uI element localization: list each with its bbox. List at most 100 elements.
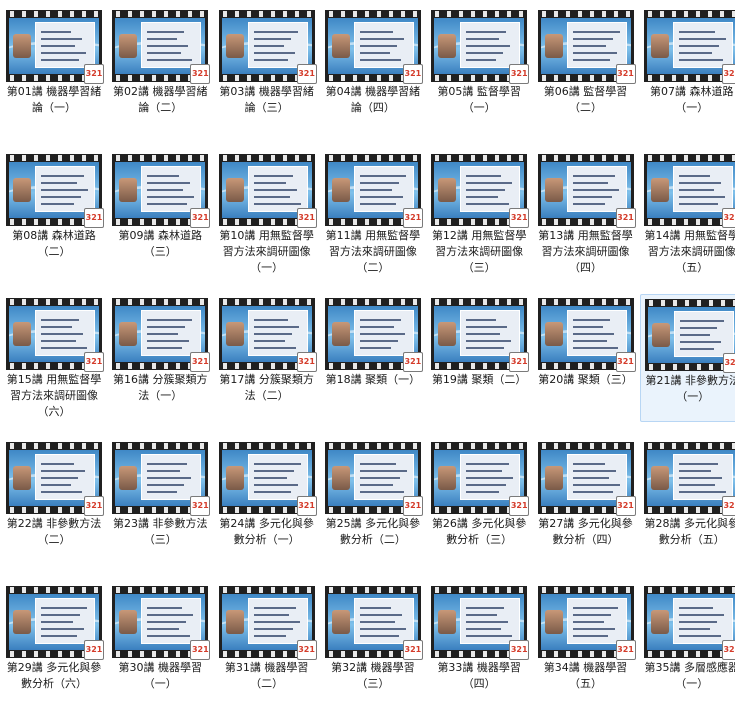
- slide-text-line: [147, 607, 183, 609]
- slide-text-line: [359, 347, 391, 349]
- slide-image: [353, 166, 414, 212]
- slide-text-line: [253, 635, 286, 637]
- video-file-item[interactable]: 321 第18講 聚類（一）: [321, 294, 425, 422]
- slide-text-line: [679, 327, 717, 329]
- slide-text-line: [147, 340, 190, 342]
- file-name-label: 第13講 用無監督學習方法來調研圖像（四）: [538, 229, 633, 274]
- file-name-label: 第31講 機器學習（二）: [224, 661, 309, 690]
- video-file-item[interactable]: 321第07講 森林道路（一）: [640, 6, 735, 134]
- video-file-item[interactable]: 321 第32講 機器學習（三）: [321, 582, 425, 710]
- file-name-label: 第17講 分簇聚類方法（二）: [219, 373, 314, 402]
- video-file-item[interactable]: 321 第08講 森林道路（二）: [2, 150, 106, 278]
- slide-text-line: [466, 607, 505, 609]
- slide-text-line: [359, 470, 407, 472]
- slide-image: [353, 22, 414, 68]
- film-strip-holes: [6, 299, 102, 305]
- lecturer-image: [331, 610, 350, 634]
- slide-text-line: [41, 621, 73, 623]
- media-player-icon: 321: [296, 352, 317, 372]
- slide-text-line: [253, 182, 286, 184]
- lecturer-image: [331, 466, 350, 490]
- video-file-item[interactable]: 321 第34講 機器學習（五）: [534, 582, 638, 710]
- slide-text-line: [253, 470, 294, 472]
- slide-text-line: [253, 333, 292, 335]
- video-file-item[interactable]: 321 第30講 機器學習（一）: [108, 582, 212, 710]
- lecturer-image: [650, 34, 669, 58]
- video-file-item[interactable]: 321第28講 多元化與參數分析（五）: [640, 438, 735, 566]
- video-thumbnail: 321: [643, 586, 735, 660]
- slide-text-line: [572, 52, 617, 54]
- slide-text-line: [359, 203, 396, 205]
- video-file-item[interactable]: 321 第03講 機器學習緒論（三）: [215, 6, 319, 134]
- slide-text-line: [41, 45, 75, 47]
- video-file-item[interactable]: 321 第29講 多元化與參數分析（六）: [2, 582, 106, 710]
- file-name-label: 第10講 用無監督學習方法來調研圖像（一）: [219, 229, 314, 274]
- video-file-item[interactable]: 321 第20講 聚類（三）: [534, 294, 638, 422]
- video-file-item[interactable]: 321 第27講 多元化與參數分析（四）: [534, 438, 638, 566]
- media-player-icon: 321: [296, 64, 317, 84]
- film-strip-holes: [324, 443, 421, 449]
- media-player-icon: 321: [615, 352, 636, 372]
- film-strip-holes: [431, 587, 528, 593]
- file-name-label: 第23講 非參數方法（三）: [113, 517, 208, 546]
- video-file-item[interactable]: 321 第25講 多元化與參數分析（二）: [321, 438, 425, 566]
- video-file-item[interactable]: 321 第26講 多元化與參數分析（三）: [427, 438, 531, 566]
- slide-text-line: [41, 470, 85, 472]
- slide-text-line: [41, 59, 79, 61]
- film-strip-holes: [431, 299, 528, 305]
- slide-text-line: [466, 628, 502, 630]
- slide-text-line: [466, 333, 501, 335]
- file-name-label: 第03講 機器學習緒論（三）: [219, 85, 314, 114]
- film-strip-holes: [6, 155, 102, 161]
- video-file-item[interactable]: 321 第33講 機器學習（四）: [427, 582, 531, 710]
- slide-text-line: [678, 31, 715, 33]
- media-player-icon: 321: [509, 208, 530, 228]
- video-file-item[interactable]: 321 第31講 機器學習（二）: [215, 582, 319, 710]
- lecturer-image: [544, 34, 563, 58]
- file-name-label: 第11講 用無監督學習方法來調研圖像（二）: [325, 229, 421, 274]
- slide-text-line: [253, 621, 300, 623]
- video-file-item[interactable]: 321 第01講 機器學習緒論（一）: [2, 6, 106, 134]
- video-file-item[interactable]: 321 第23講 非參數方法（三）: [108, 438, 212, 566]
- slide-text-line: [147, 31, 185, 33]
- video-file-item[interactable]: 321第14講 用無監督學習方法來調研圖像（五）: [640, 150, 735, 278]
- slide-image: [141, 598, 202, 644]
- media-player-icon: 321: [615, 208, 636, 228]
- video-file-item[interactable]: 321 第24講 多元化與參數分析（一）: [215, 438, 319, 566]
- video-file-item[interactable]: 321 第06講 監督學習（二）: [534, 6, 638, 134]
- video-file-item[interactable]: 321 第02講 機器學習緒論（二）: [108, 6, 212, 134]
- slide-text-line: [253, 614, 289, 616]
- video-file-item[interactable]: 321 第10講 用無監督學習方法來調研圖像（一）: [215, 150, 319, 278]
- lecturer-image: [119, 34, 138, 58]
- media-player-icon: 321: [190, 496, 211, 516]
- film-strip-holes: [112, 11, 209, 17]
- slide-text-line: [466, 189, 506, 191]
- video-file-item[interactable]: 321第21講 非參數方法（一）: [639, 294, 735, 422]
- slide-text-line: [253, 628, 293, 630]
- video-file-item[interactable]: 321第35講 多層感應器（一）: [640, 582, 735, 710]
- video-file-item[interactable]: 321 第22講 非參數方法（二）: [2, 438, 106, 566]
- video-file-item[interactable]: 321 第16講 分簇聚類方法（一）: [108, 294, 212, 422]
- slide-image: [141, 310, 202, 356]
- slide-text-line: [147, 614, 194, 616]
- media-player-icon: 321: [84, 496, 104, 516]
- video-file-item[interactable]: 321 第05講 監督學習（一）: [427, 6, 531, 134]
- video-file-item[interactable]: 321 第17講 分簇聚類方法（二）: [215, 294, 319, 422]
- video-file-item[interactable]: 321 第19講 聚類（二）: [427, 294, 531, 422]
- video-file-item[interactable]: 321 第11講 用無監督學習方法來調研圖像（二）: [321, 150, 425, 278]
- video-file-item[interactable]: 321 第12講 用無監督學習方法來調研圖像（三）: [427, 150, 531, 278]
- lecturer-image: [544, 178, 563, 202]
- video-file-item[interactable]: 321 第13講 用無監督學習方法來調研圖像（四）: [534, 150, 638, 278]
- video-thumbnail: 321: [324, 154, 423, 228]
- lecturer-image: [13, 34, 31, 58]
- slide-text-line: [147, 635, 191, 637]
- slide-text-line: [572, 319, 610, 321]
- slide-text-line: [678, 189, 714, 191]
- lecturer-image: [119, 466, 138, 490]
- video-file-item[interactable]: 321 第09講 森林道路（三）: [108, 150, 212, 278]
- video-file-item[interactable]: 321 第15講 用無監督學習方法來調研圖像（六）: [2, 294, 106, 422]
- video-file-item[interactable]: 321 第04講 機器學習緒論（四）: [321, 6, 425, 134]
- slide-text-line: [466, 326, 508, 328]
- slide-text-line: [678, 196, 725, 198]
- slide-text-line: [466, 319, 497, 321]
